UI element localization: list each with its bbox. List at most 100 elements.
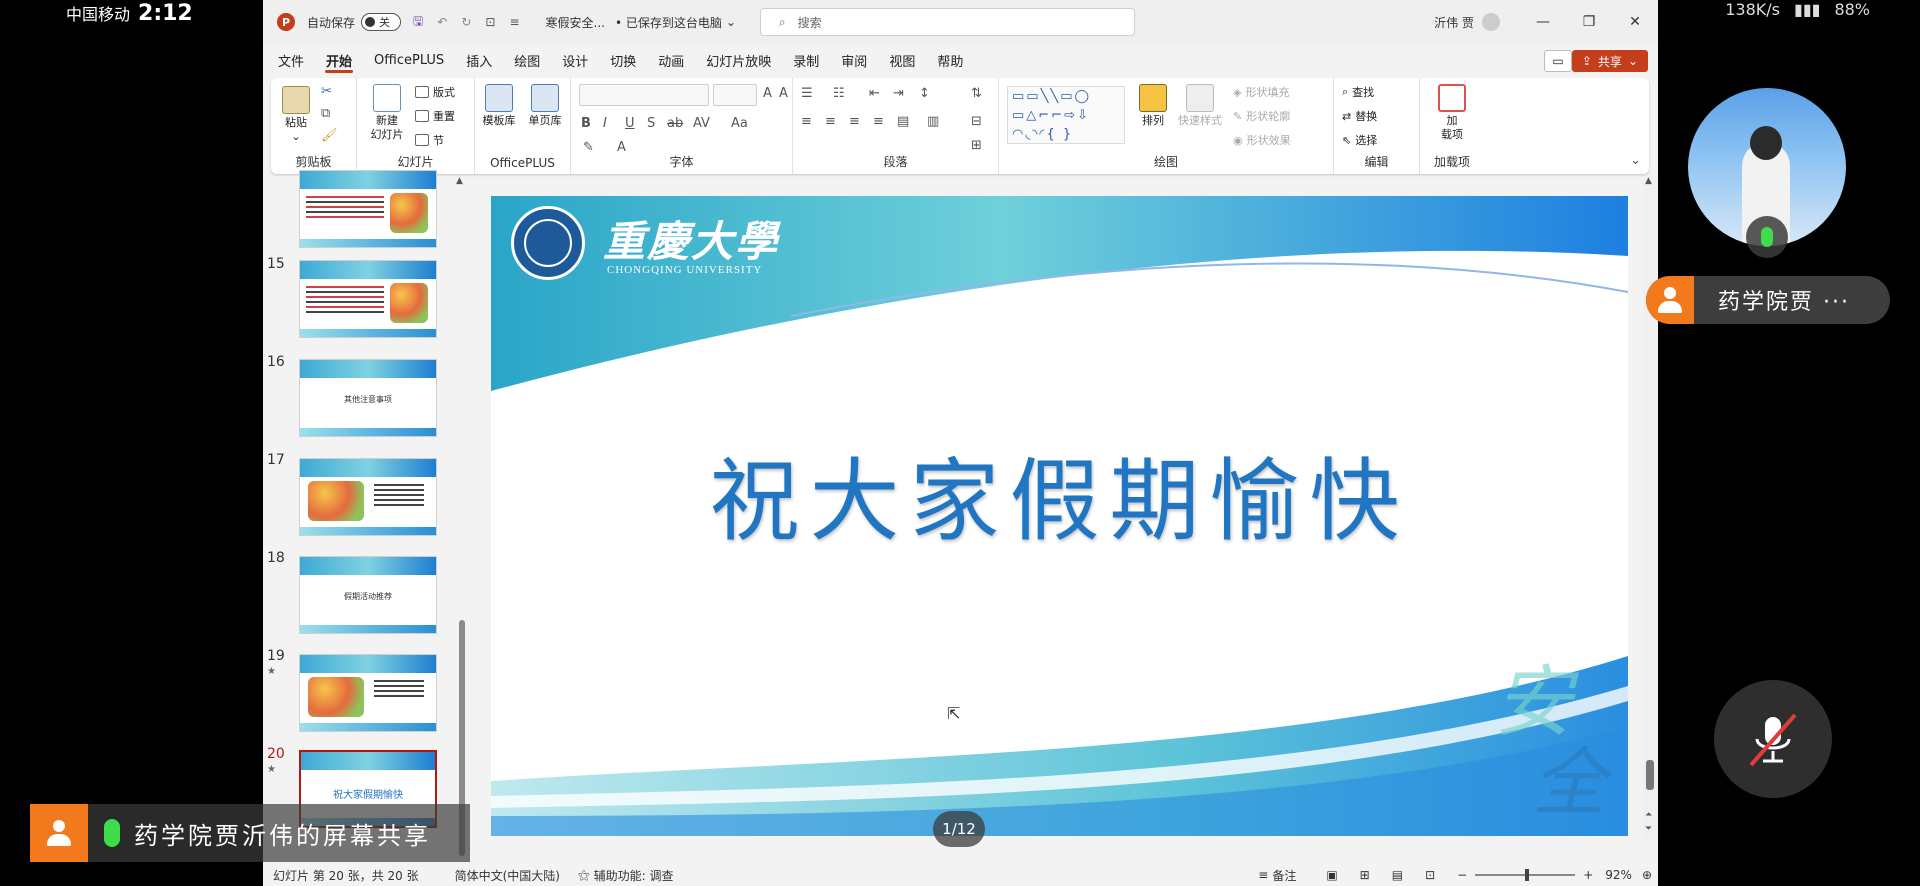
- reset-button[interactable]: 重置: [415, 108, 455, 124]
- save-status[interactable]: • 已保存到这台电脑: [615, 14, 722, 31]
- zoom-level[interactable]: 92%: [1605, 868, 1632, 882]
- tab-record[interactable]: 录制: [782, 44, 830, 76]
- underline-icon[interactable]: U: [625, 116, 635, 131]
- template-library-button[interactable]: 模板库: [479, 84, 519, 128]
- tab-view[interactable]: 视图: [878, 44, 926, 76]
- tab-slideshow[interactable]: 幻灯片放映: [695, 44, 782, 76]
- char-spacing-icon[interactable]: AV: [693, 116, 710, 131]
- font-name-combo[interactable]: [579, 84, 709, 106]
- change-case-icon[interactable]: Aa: [731, 116, 748, 131]
- tab-insert[interactable]: 插入: [455, 44, 503, 76]
- slide-canvas[interactable]: 重慶大學 CHONGQING UNIVERSITY 祝大家假期愉快 安 全 ⇱: [491, 196, 1628, 836]
- shadow-icon[interactable]: S: [647, 116, 655, 131]
- tab-transitions[interactable]: 切换: [599, 44, 647, 76]
- collapse-ribbon-icon[interactable]: ⌄: [1630, 153, 1641, 168]
- distributed-icon[interactable]: ▤: [897, 114, 909, 129]
- mute-button[interactable]: [1714, 680, 1832, 798]
- strikethrough-icon[interactable]: ab: [667, 116, 683, 131]
- accessibility-status[interactable]: 辅助功能: 调查: [594, 867, 674, 884]
- replace-button[interactable]: ⇄ 替换: [1342, 108, 1377, 124]
- format-painter-icon[interactable]: 🖌: [321, 128, 338, 143]
- language-indicator[interactable]: 简体中文(中国大陆): [455, 867, 560, 884]
- restore-icon[interactable]: ❐: [1566, 14, 1612, 30]
- slide-thumbnail-18[interactable]: 假期活动推荐: [299, 556, 437, 634]
- document-name[interactable]: 寒假安全...: [546, 14, 605, 31]
- zoom-out-icon[interactable]: −: [1457, 868, 1467, 882]
- font-shrink-icon[interactable]: A: [779, 86, 788, 101]
- columns-icon[interactable]: ▥: [927, 114, 939, 129]
- align-center-icon[interactable]: ≡: [825, 114, 836, 129]
- quick-styles-button[interactable]: 快速样式: [1175, 84, 1225, 128]
- shape-outline-button[interactable]: ✎ 形状轮廓: [1233, 108, 1290, 124]
- scroll-up-icon[interactable]: ▲: [1645, 176, 1652, 186]
- section-button[interactable]: 节: [415, 132, 444, 148]
- share-button[interactable]: ⇪ 共享 ⌄: [1571, 50, 1648, 72]
- thumbnails-scrollbar[interactable]: ▲: [456, 176, 468, 864]
- slide-thumbnail-16[interactable]: 其他注意事项: [299, 359, 437, 437]
- text-direction-icon[interactable]: ⇅: [971, 86, 982, 101]
- align-text-icon[interactable]: ⊟: [971, 114, 982, 129]
- chevron-down-icon[interactable]: ⌄: [726, 15, 736, 29]
- new-slide-button[interactable]: 新建 幻灯片: [365, 84, 409, 142]
- tab-home[interactable]: 开始: [315, 44, 363, 76]
- font-size-combo[interactable]: [713, 84, 757, 106]
- addins-button[interactable]: 加 载项: [1432, 84, 1472, 142]
- previous-slide-icon[interactable]: ⏶: [1645, 810, 1652, 820]
- line-spacing-icon[interactable]: ↕: [919, 86, 930, 101]
- tab-file[interactable]: 文件: [267, 44, 315, 76]
- shapes-gallery[interactable]: ▭▭╲╲▭◯ ▭△⌐⌐⇨⇩ ◠◟◝◜{ }: [1007, 86, 1125, 144]
- slideshow-view-icon[interactable]: ⊡: [1425, 868, 1435, 882]
- fit-to-window-icon[interactable]: ⊕: [1642, 868, 1652, 882]
- redo-icon[interactable]: ↻: [461, 15, 471, 29]
- notes-button[interactable]: 备注: [1272, 867, 1296, 884]
- user-avatar-icon[interactable]: [1482, 13, 1500, 31]
- find-button[interactable]: ⌕ 查找: [1342, 84, 1374, 100]
- align-left-icon[interactable]: ≡: [801, 114, 812, 129]
- numbering-icon[interactable]: ☷: [833, 86, 845, 101]
- bullets-icon[interactable]: ☰: [801, 86, 813, 101]
- paste-button[interactable]: 粘贴 ⌄: [279, 86, 313, 144]
- slide-thumbnail-17[interactable]: [299, 458, 437, 536]
- comments-button[interactable]: ▭: [1544, 50, 1572, 72]
- user-name[interactable]: 沂伟 贾: [1434, 14, 1474, 31]
- normal-view-icon[interactable]: ▣: [1326, 868, 1337, 882]
- search-box[interactable]: ⌕ 搜索: [759, 8, 1135, 36]
- copy-icon[interactable]: ⧉: [321, 106, 330, 121]
- font-grow-icon[interactable]: A: [763, 86, 772, 101]
- tab-help[interactable]: 帮助: [926, 44, 974, 76]
- italic-icon[interactable]: I: [603, 116, 607, 131]
- select-button[interactable]: ⇖ 选择: [1342, 132, 1377, 148]
- participant-name-pill[interactable]: 药学院贾 ···: [1646, 276, 1890, 324]
- tab-draw[interactable]: 绘图: [503, 44, 551, 76]
- single-page-library-button[interactable]: 单页库: [523, 84, 567, 128]
- justify-icon[interactable]: ≡: [873, 114, 884, 129]
- tab-animations[interactable]: 动画: [647, 44, 695, 76]
- customize-toolbar-icon[interactable]: ≡: [509, 15, 519, 29]
- slide-sorter-icon[interactable]: ⊞: [1360, 868, 1370, 882]
- reading-view-icon[interactable]: ▤: [1392, 868, 1403, 882]
- scroll-up-icon[interactable]: ▲: [456, 176, 463, 186]
- autosave-toggle[interactable]: 关: [361, 13, 402, 31]
- scrollbar-thumb[interactable]: [1646, 760, 1654, 790]
- zoom-slider-thumb[interactable]: [1525, 869, 1530, 881]
- shape-effects-button[interactable]: ◉ 形状效果: [1233, 132, 1291, 148]
- layout-button[interactable]: 版式: [415, 84, 455, 100]
- zoom-in-icon[interactable]: +: [1583, 868, 1593, 882]
- slide-scrollbar[interactable]: ▲ ⏶ ⏷: [1643, 176, 1657, 840]
- decrease-indent-icon[interactable]: ⇤: [869, 86, 880, 101]
- bold-icon[interactable]: B: [581, 116, 591, 131]
- slide-thumbnail-15[interactable]: [299, 260, 437, 338]
- slide-thumbnail-14[interactable]: [299, 170, 437, 248]
- smartart-icon[interactable]: ⊞: [971, 138, 982, 153]
- undo-icon[interactable]: ↶: [437, 15, 447, 29]
- slide-title[interactable]: 祝大家假期愉快: [491, 428, 1628, 558]
- present-icon[interactable]: ⊡: [485, 15, 495, 29]
- close-icon[interactable]: ✕: [1612, 14, 1658, 30]
- align-right-icon[interactable]: ≡: [849, 114, 860, 129]
- shape-fill-button[interactable]: ◈ 形状填充: [1233, 84, 1289, 100]
- slide-thumbnail-19[interactable]: [299, 654, 437, 732]
- next-slide-icon[interactable]: ⏷: [1645, 824, 1652, 834]
- cut-icon[interactable]: ✂: [321, 84, 332, 99]
- arrange-button[interactable]: 排列: [1137, 84, 1169, 128]
- increase-indent-icon[interactable]: ⇥: [893, 86, 904, 101]
